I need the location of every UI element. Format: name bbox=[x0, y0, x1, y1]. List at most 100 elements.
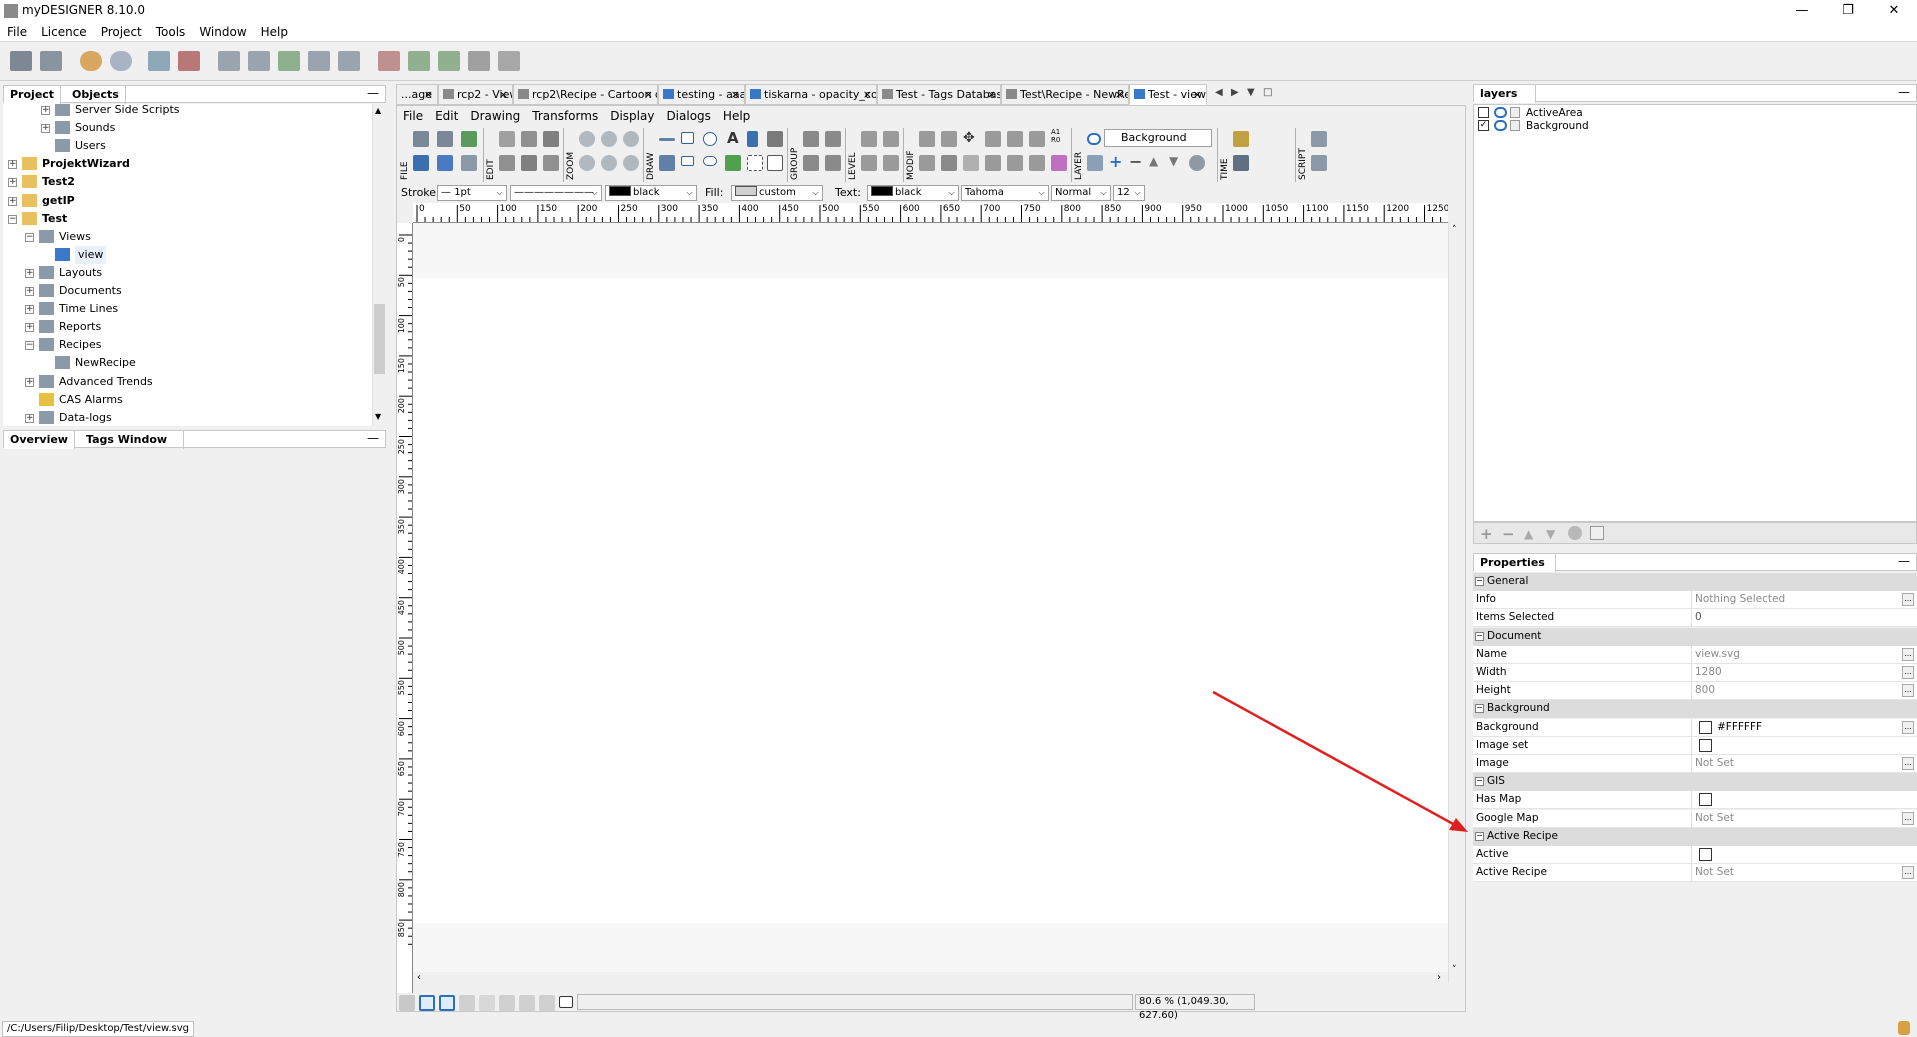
collapse-toggle-icon[interactable]: − bbox=[1475, 631, 1484, 641]
expand-toggle-icon[interactable]: + bbox=[25, 268, 34, 278]
expand-toggle-icon[interactable]: + bbox=[41, 106, 50, 115]
close-tab-icon[interactable]: × bbox=[424, 85, 433, 104]
cut-icon[interactable] bbox=[499, 131, 515, 147]
property-row[interactable]: Image set bbox=[1473, 736, 1917, 755]
align-icon[interactable] bbox=[919, 131, 935, 147]
image-tool-icon[interactable] bbox=[747, 131, 758, 147]
tab-properties[interactable]: Properties bbox=[1474, 554, 1556, 572]
property-group[interactable]: − Active Recipe bbox=[1473, 827, 1917, 846]
fill-icon[interactable] bbox=[941, 155, 957, 171]
ellipsis-button[interactable]: ... bbox=[1902, 666, 1914, 679]
combine-icon[interactable] bbox=[985, 155, 1001, 171]
property-checkbox[interactable] bbox=[1699, 738, 1712, 752]
send-back-icon[interactable] bbox=[861, 155, 877, 171]
paste-in-place-icon[interactable] bbox=[543, 155, 559, 171]
expand-toggle-icon[interactable]: + bbox=[8, 178, 17, 188]
close-tab-icon[interactable]: × bbox=[863, 85, 872, 104]
menu-file[interactable]: File bbox=[0, 22, 34, 39]
menu-licence[interactable]: Licence bbox=[34, 22, 94, 39]
property-group[interactable]: − General bbox=[1473, 573, 1917, 591]
collapse-toggle-icon[interactable]: − bbox=[1475, 704, 1484, 714]
expand-toggle-icon[interactable]: − bbox=[8, 214, 17, 224]
tree-item[interactable]: + Reports bbox=[3, 318, 371, 336]
expand-toggle-icon[interactable]: + bbox=[8, 160, 17, 170]
scroll-down-icon[interactable]: ▼ bbox=[375, 412, 381, 421]
editor-redo-icon[interactable] bbox=[437, 131, 453, 147]
tab-overview[interactable]: Overview bbox=[4, 431, 75, 449]
text-color-select[interactable]: black ⌵ bbox=[867, 185, 959, 201]
property-row[interactable]: Image Not Set... bbox=[1473, 755, 1917, 773]
property-row[interactable]: Name view.svg... bbox=[1473, 645, 1917, 664]
remove-icon[interactable] bbox=[378, 51, 400, 71]
snap-mode-icon[interactable] bbox=[419, 995, 435, 1011]
monitor-add-icon[interactable] bbox=[278, 51, 300, 71]
scroll-left-icon[interactable]: ◀ bbox=[1215, 87, 1223, 98]
eye-icon[interactable] bbox=[1494, 120, 1507, 131]
move-layer-up-icon[interactable]: ▲ bbox=[1524, 527, 1533, 541]
undo-icon[interactable] bbox=[80, 51, 102, 71]
maximize-icon[interactable]: □ bbox=[1263, 87, 1272, 98]
paste-icon[interactable] bbox=[543, 131, 559, 147]
collapse-toggle-icon[interactable]: − bbox=[1475, 777, 1484, 787]
stroke-dash-select[interactable]: ———————— ⌵ bbox=[510, 185, 602, 201]
move-layer-down-icon[interactable]: ▼ bbox=[1546, 527, 1555, 541]
editor-menu-transforms[interactable]: Transforms bbox=[526, 106, 604, 123]
minimize-button[interactable]: — bbox=[1779, 0, 1825, 22]
zoom-fit-icon[interactable] bbox=[623, 131, 639, 147]
zoom-out-icon[interactable] bbox=[601, 131, 617, 147]
script-edit-icon[interactable] bbox=[1311, 155, 1327, 171]
editor-preview-icon[interactable] bbox=[461, 155, 477, 171]
close-tab-icon[interactable]: × bbox=[499, 85, 508, 104]
duplicate-icon[interactable] bbox=[499, 155, 515, 171]
tree-item[interactable]: + Time Lines bbox=[3, 300, 371, 318]
layer-up-icon[interactable]: ▲ bbox=[1149, 154, 1158, 168]
editor-save-icon[interactable] bbox=[413, 155, 429, 171]
collapse-toggle-icon[interactable]: − bbox=[1475, 577, 1484, 586]
line-tool-icon[interactable] bbox=[659, 138, 675, 141]
tree-scrollbar[interactable]: ▲ ▼ bbox=[372, 104, 386, 426]
angle-icon[interactable] bbox=[519, 995, 535, 1011]
tree-item[interactable]: NewRecipe bbox=[3, 354, 371, 372]
expand-toggle-icon[interactable]: − bbox=[25, 232, 34, 242]
ellipsis-button[interactable]: ... bbox=[1902, 593, 1914, 607]
property-group[interactable]: − Document bbox=[1473, 627, 1917, 646]
panel-minimize-icon[interactable]: — bbox=[1898, 554, 1910, 568]
close-tab-icon[interactable]: × bbox=[987, 85, 996, 104]
panel-minimize-icon[interactable]: — bbox=[367, 86, 379, 100]
monitor-copy-icon[interactable] bbox=[338, 51, 360, 71]
layer-3d-icon[interactable] bbox=[1087, 155, 1103, 171]
property-group[interactable]: − GIS bbox=[1473, 773, 1917, 792]
property-row[interactable]: Info Nothing Selected... bbox=[1473, 591, 1917, 610]
clone-icon[interactable] bbox=[521, 155, 537, 171]
canvas-vertical-scrollbar[interactable]: ˄ ˅ bbox=[1448, 223, 1463, 983]
ellipsis-button[interactable]: ... bbox=[1902, 684, 1914, 698]
property-row[interactable]: Width 1280... bbox=[1473, 664, 1917, 682]
tab-project[interactable]: Project bbox=[4, 86, 62, 104]
save-icon[interactable] bbox=[10, 51, 32, 71]
expand-toggle-icon[interactable]: + bbox=[25, 377, 34, 387]
download-icon[interactable] bbox=[438, 51, 460, 71]
zoom-selection-icon[interactable] bbox=[579, 155, 595, 171]
scroll-right-icon[interactable]: › bbox=[1437, 972, 1441, 983]
layer-remove-icon[interactable]: − bbox=[1129, 152, 1142, 171]
property-row[interactable]: Has Map bbox=[1473, 791, 1917, 810]
script-icon[interactable] bbox=[1311, 131, 1327, 147]
shapes-icon[interactable] bbox=[1007, 155, 1023, 171]
expand-toggle-icon[interactable]: + bbox=[8, 196, 17, 206]
property-group[interactable]: − Background bbox=[1473, 700, 1917, 719]
editor-menu-dialogs[interactable]: Dialogs bbox=[660, 106, 716, 123]
flip-icon[interactable] bbox=[1029, 155, 1045, 171]
tab-tags-window[interactable]: Tags Window bbox=[80, 431, 184, 449]
snap-grid-icon[interactable] bbox=[439, 995, 455, 1011]
layer-settings-icon[interactable] bbox=[1568, 526, 1582, 540]
maximize-button[interactable]: ❐ bbox=[1825, 0, 1871, 22]
layer-checkbox[interactable] bbox=[1478, 107, 1489, 118]
layer-add-icon[interactable]: + bbox=[1109, 152, 1122, 171]
redo-icon[interactable] bbox=[110, 51, 132, 71]
textbox-tool-icon[interactable] bbox=[767, 155, 783, 171]
check-icon[interactable] bbox=[461, 131, 477, 147]
cut-path-icon[interactable] bbox=[963, 155, 979, 171]
tree-item[interactable]: CAS Alarms bbox=[3, 391, 371, 409]
ellipsis-button[interactable]: ... bbox=[1902, 757, 1914, 770]
document-tab[interactable]: ...age × bbox=[396, 84, 438, 105]
